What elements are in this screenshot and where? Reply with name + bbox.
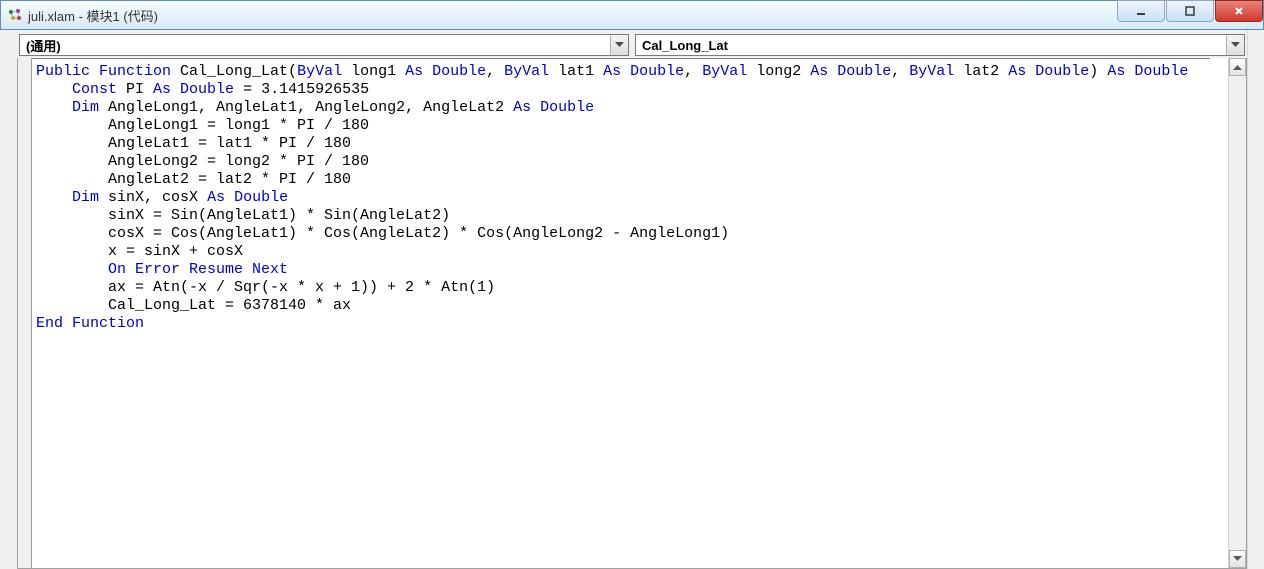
scroll-up-button[interactable] [1229, 58, 1246, 76]
window-controls [1117, 0, 1263, 22]
chevron-down-icon [1226, 35, 1244, 55]
maximize-button[interactable] [1166, 0, 1214, 22]
titlebar[interactable]: juli.xlam - 模块1 (代码) [0, 0, 1264, 30]
object-dropdown-value: (通用) [20, 36, 610, 55]
code-editor: Public Function Cal_Long_Lat(ByVal long1… [17, 58, 1247, 569]
left-margin [0, 30, 17, 569]
code-pane[interactable]: Public Function Cal_Long_Lat(ByVal long1… [32, 58, 1228, 568]
app-icon [7, 7, 23, 23]
object-procedure-bar: (通用) Cal_Long_Lat [0, 30, 1264, 58]
close-button[interactable] [1215, 0, 1263, 22]
margin-indicator-bar[interactable] [18, 58, 32, 568]
vertical-scrollbar[interactable] [1228, 58, 1246, 568]
procedure-dropdown-value: Cal_Long_Lat [636, 38, 1226, 53]
procedure-separator [32, 58, 1210, 59]
scroll-down-button[interactable] [1229, 550, 1246, 568]
minimize-button[interactable] [1117, 0, 1165, 22]
object-dropdown[interactable]: (通用) [19, 34, 629, 56]
chevron-down-icon [610, 35, 628, 55]
window-title: juli.xlam - 模块1 (代码) [28, 6, 158, 25]
procedure-dropdown[interactable]: Cal_Long_Lat [635, 34, 1245, 56]
code-text[interactable]: Public Function Cal_Long_Lat(ByVal long1… [32, 58, 1228, 333]
right-margin [1247, 30, 1264, 569]
